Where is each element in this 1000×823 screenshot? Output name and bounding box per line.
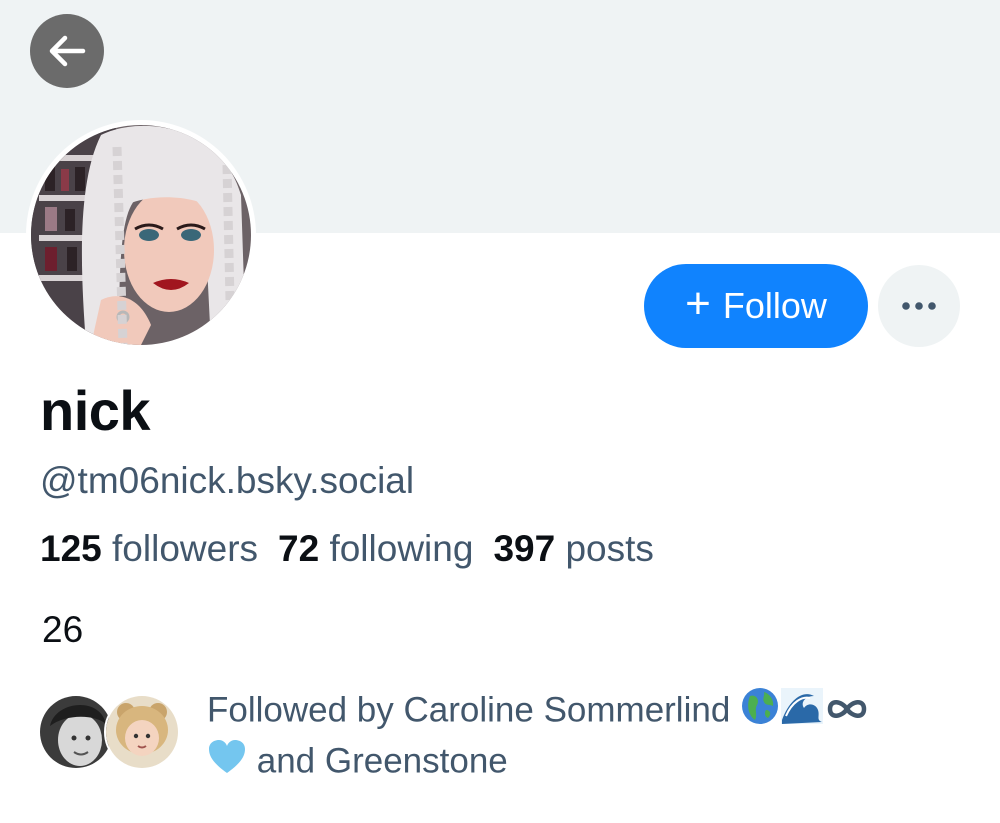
profile-stats: 125 followers 72 following 397 posts [40, 528, 654, 570]
followed-by-prefix: Followed by [207, 690, 394, 730]
posts-count: 397 [493, 528, 556, 569]
followed-by-name-1: Caroline Sommerlind [403, 690, 731, 730]
arrow-left-icon [49, 35, 86, 67]
known-followers-avatars[interactable] [38, 694, 180, 770]
follow-button-label: Follow [722, 285, 827, 326]
following-link[interactable]: 72 following [278, 528, 473, 569]
blue-heart-icon [207, 738, 247, 788]
profile-avatar[interactable] [26, 120, 256, 350]
display-name: nick [40, 379, 151, 442]
globe-icon [740, 686, 780, 738]
plus-icon: + [685, 279, 711, 328]
followed-by-text[interactable]: Followed by Caroline Sommerlind and Gree… [207, 686, 967, 788]
wave-icon [780, 686, 824, 738]
follow-button[interactable]: + Follow [644, 264, 868, 348]
infinity-icon [824, 689, 870, 735]
profile-bio: 26 [42, 609, 84, 650]
posts-label: posts [565, 528, 654, 569]
follower-avatar [104, 694, 180, 770]
profile-handle: @tm06nick.bsky.social [40, 460, 415, 501]
more-options-button[interactable] [878, 265, 960, 347]
following-count: 72 [278, 528, 320, 569]
followed-by-connector: and [256, 741, 316, 781]
followed-by-name-2: Greenstone [324, 741, 508, 781]
followers-link[interactable]: 125 followers [40, 528, 258, 569]
following-label: following [329, 528, 474, 569]
followers-label: followers [112, 528, 259, 569]
posts-stat: 397 posts [493, 528, 653, 569]
followers-count: 125 [40, 528, 102, 569]
follower-avatar [38, 694, 114, 770]
back-button[interactable] [30, 14, 104, 88]
ellipsis-icon [902, 302, 936, 310]
